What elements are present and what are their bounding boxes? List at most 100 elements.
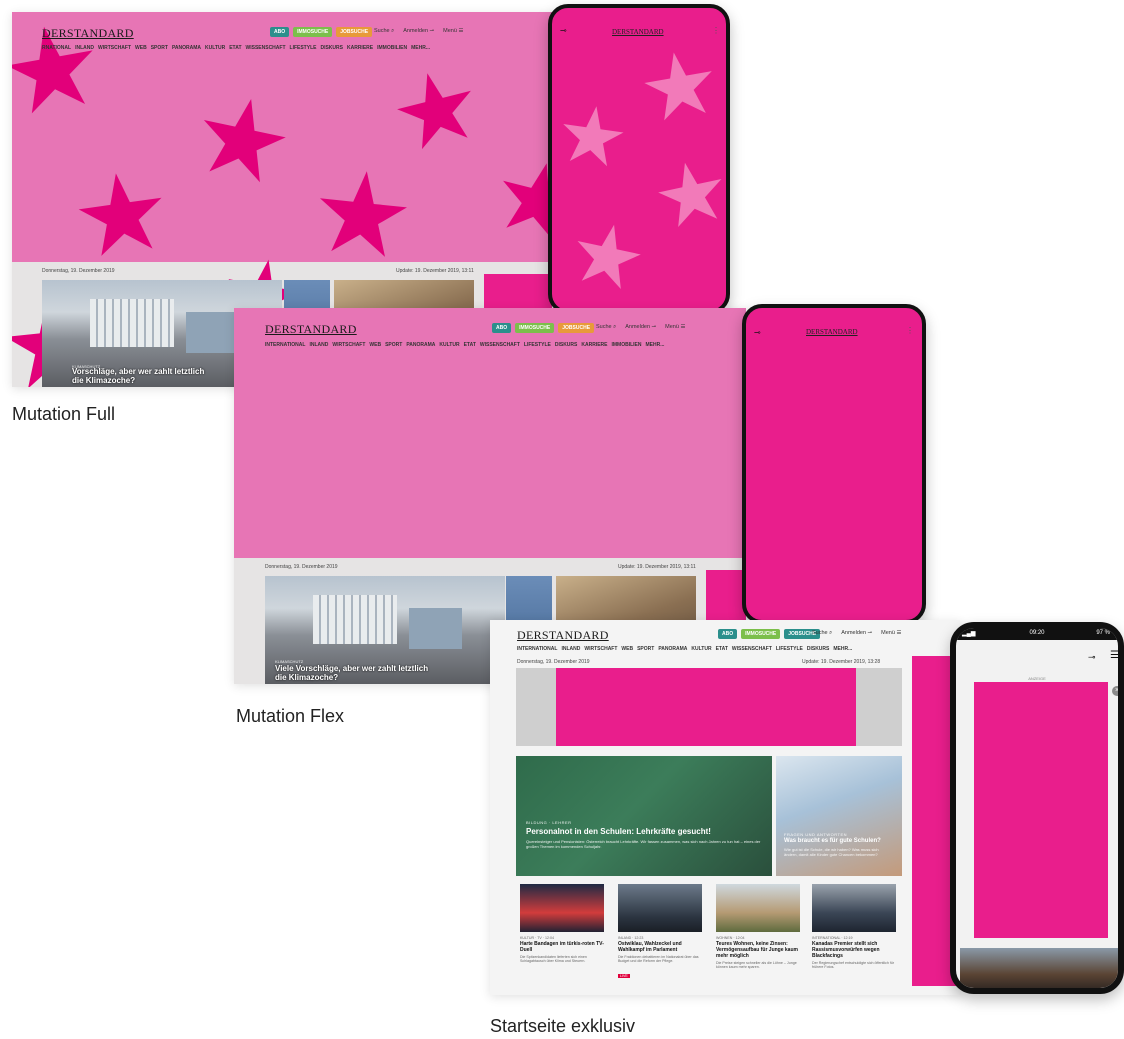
login-label: Anmelden xyxy=(841,630,867,636)
site-logo[interactable]: DERSTANDARD xyxy=(265,322,357,337)
key-icon[interactable]: ⊸ xyxy=(560,26,567,35)
immosuche-button[interactable]: IMMOSUCHE xyxy=(515,323,555,333)
jobsuche-button[interactable]: JOBSUCHE xyxy=(558,323,595,333)
small-teaser-headline[interactable]: Kanadas Premier stellt sich Rassismusvor… xyxy=(812,941,896,959)
nav-item[interactable]: WEB xyxy=(135,45,147,51)
menu-button[interactable]: Menü ☰ xyxy=(665,324,685,331)
nav-item[interactable]: RNATIONAL xyxy=(42,45,71,51)
small-teaser-image xyxy=(520,884,604,932)
nav-item[interactable]: DISKURS xyxy=(555,342,578,348)
nav-item[interactable]: ETAT xyxy=(464,342,476,348)
nav-item[interactable]: INTERNATIONAL xyxy=(517,646,557,652)
small-teaser[interactable]: WOHNEN · 12:04 Teures Wohnen, keine Zins… xyxy=(716,884,800,970)
small-teaser[interactable]: INTERNATIONAL · 12:19 Kanadas Premier st… xyxy=(812,884,896,970)
mobile-logo[interactable]: DERSTANDARD xyxy=(612,28,664,36)
more-icon[interactable]: ⋮ xyxy=(906,326,914,335)
nav-item[interactable]: PANORAMA xyxy=(406,342,435,348)
nav-item[interactable]: WISSENSCHAFT xyxy=(246,45,286,51)
nav-item[interactable]: KARRIERE xyxy=(347,45,373,51)
nav-item[interactable]: KULTUR xyxy=(205,45,225,51)
search-button[interactable]: Suche ⌕ xyxy=(596,324,616,331)
main-teaser[interactable]: BILDUNG · LEHRER Personalnot in den Schu… xyxy=(516,756,772,876)
nav-item[interactable]: ETAT xyxy=(716,646,728,652)
small-teaser-headline[interactable]: Ostwiklau, Wahlzeckel und Wahlkampf im P… xyxy=(618,941,702,953)
nav-item[interactable]: LIFESTYLE xyxy=(776,646,803,652)
nav-item[interactable]: SPORT xyxy=(151,45,168,51)
key-icon[interactable]: ⊸ xyxy=(754,328,761,337)
main-teaser-headline[interactable]: Personalnot in den Schulen: Lehrkräfte g… xyxy=(526,827,762,836)
nav-item[interactable]: WIRTSCHAFT xyxy=(584,646,617,652)
menu-button[interactable]: Menü ☰ xyxy=(881,630,901,637)
nav-item[interactable]: MEHR... xyxy=(411,45,430,51)
nav-item[interactable]: INLAND xyxy=(561,646,580,652)
nav-item[interactable]: WEB xyxy=(621,646,633,652)
nav-item[interactable]: INLAND xyxy=(75,45,94,51)
search-label: Suche xyxy=(596,324,612,330)
lead-story-headline[interactable]: Viele Vorschläge, aber wer zahlt letztli… xyxy=(275,664,428,682)
nav-item[interactable]: IMMOBILIEN xyxy=(612,342,642,348)
immosuche-button[interactable]: IMMOSUCHE xyxy=(741,629,781,639)
live-badge: LIVE xyxy=(618,973,630,978)
login-button[interactable]: Anmelden ⊸ xyxy=(841,630,872,637)
small-teaser[interactable]: KULTUR · TV · 12:04 Harte Bandagen im tü… xyxy=(520,884,604,964)
nav-item[interactable]: KARRIERE xyxy=(581,342,607,348)
nav-item[interactable]: IMMOBILIEN xyxy=(377,45,407,51)
nav-item[interactable]: KULTUR xyxy=(439,342,459,348)
headline-line-1: Vorschläge, aber wer zahlt letztlich xyxy=(72,367,205,376)
site-logo[interactable]: DERSTANDARD xyxy=(42,26,134,41)
nav-item[interactable]: WIRTSCHAFT xyxy=(98,45,131,51)
login-button[interactable]: Anmelden ⊸ xyxy=(403,28,434,35)
nav-item[interactable]: WIRTSCHAFT xyxy=(332,342,365,348)
search-label: Suche xyxy=(374,28,390,34)
small-teaser-kicker: WOHNEN · 12:04 xyxy=(716,936,745,940)
interstitial-ad[interactable] xyxy=(974,682,1108,938)
date-line: Donnerstag, 19. Dezember 2019 xyxy=(265,564,338,570)
nav-item[interactable]: INLAND xyxy=(309,342,328,348)
abo-button[interactable]: ABO xyxy=(718,629,738,639)
nav-item[interactable]: MEHR... xyxy=(833,646,852,652)
nav-item[interactable]: ETAT xyxy=(229,45,241,51)
nav-item[interactable]: WEB xyxy=(369,342,381,348)
caption-flex: Mutation Flex xyxy=(236,706,345,726)
side-teaser[interactable]: FRAGEN UND ANTWORTEN Was braucht es für … xyxy=(776,756,902,876)
lead-story-headline[interactable]: Vorschläge, aber wer zahlt letztlich die … xyxy=(72,367,204,385)
small-teaser-kicker: INTERNATIONAL · 12:19 xyxy=(812,936,853,940)
abo-button[interactable]: ABO xyxy=(492,323,512,333)
headline-line-2: die Klimazoche? xyxy=(72,376,136,385)
nav-item[interactable]: SPORT xyxy=(385,342,402,348)
close-icon[interactable]: × xyxy=(1112,686,1118,696)
nav-item[interactable]: INTERNATIONAL xyxy=(265,342,305,348)
menu-button[interactable]: Menü ☰ xyxy=(443,28,463,35)
mobile-logo[interactable]: DERSTANDARD xyxy=(806,328,858,336)
nav-item[interactable]: KULTUR xyxy=(691,646,711,652)
nav-item[interactable]: DISKURS xyxy=(320,45,343,51)
nav-item[interactable]: WISSENSCHAFT xyxy=(480,342,520,348)
search-button[interactable]: Suche ⌕ xyxy=(374,28,394,35)
login-label: Anmelden xyxy=(403,28,429,34)
side-teaser-headline[interactable]: Was braucht es für gute Schulen? xyxy=(784,838,892,844)
nav-item[interactable]: WISSENSCHAFT xyxy=(732,646,772,652)
small-teaser-headline[interactable]: Teures Wohnen, keine Zinsen: Vermögensau… xyxy=(716,941,800,959)
login-button[interactable]: Anmelden ⊸ xyxy=(625,324,656,331)
immosuche-button[interactable]: IMMOSUCHE xyxy=(293,27,333,37)
billboard-ad[interactable] xyxy=(516,668,902,746)
site-logo[interactable]: DERSTANDARD xyxy=(517,628,609,643)
tablet-story-image[interactable] xyxy=(960,948,1118,988)
lead-story-image[interactable]: KLIMASCHUTZ Viele Vorschläge, aber wer z… xyxy=(265,576,505,684)
nav-item[interactable]: MEHR... xyxy=(646,342,665,348)
small-teaser[interactable]: INLAND · 12:23 Ostwiklau, Wahlzeckel und… xyxy=(618,884,702,982)
search-button[interactable]: Suche ⌕ xyxy=(812,630,832,637)
small-teaser-headline[interactable]: Harte Bandagen im türkis-roten TV-Duell xyxy=(520,941,604,953)
abo-button[interactable]: ABO xyxy=(270,27,290,37)
jobsuche-button[interactable]: JOBSUCHE xyxy=(336,27,373,37)
nav-item[interactable]: PANORAMA xyxy=(172,45,201,51)
small-teaser-image xyxy=(812,884,896,932)
nav-item[interactable]: LIFESTYLE xyxy=(290,45,317,51)
nav-item[interactable]: DISKURS xyxy=(807,646,830,652)
nav-item[interactable]: SPORT xyxy=(637,646,654,652)
nav-item[interactable]: PANORAMA xyxy=(658,646,687,652)
hamburger-icon[interactable]: ☰ xyxy=(1110,650,1118,661)
key-icon[interactable]: ⊸ xyxy=(1088,652,1096,663)
more-icon[interactable]: ⋮ xyxy=(712,26,720,35)
nav-item[interactable]: LIFESTYLE xyxy=(524,342,551,348)
